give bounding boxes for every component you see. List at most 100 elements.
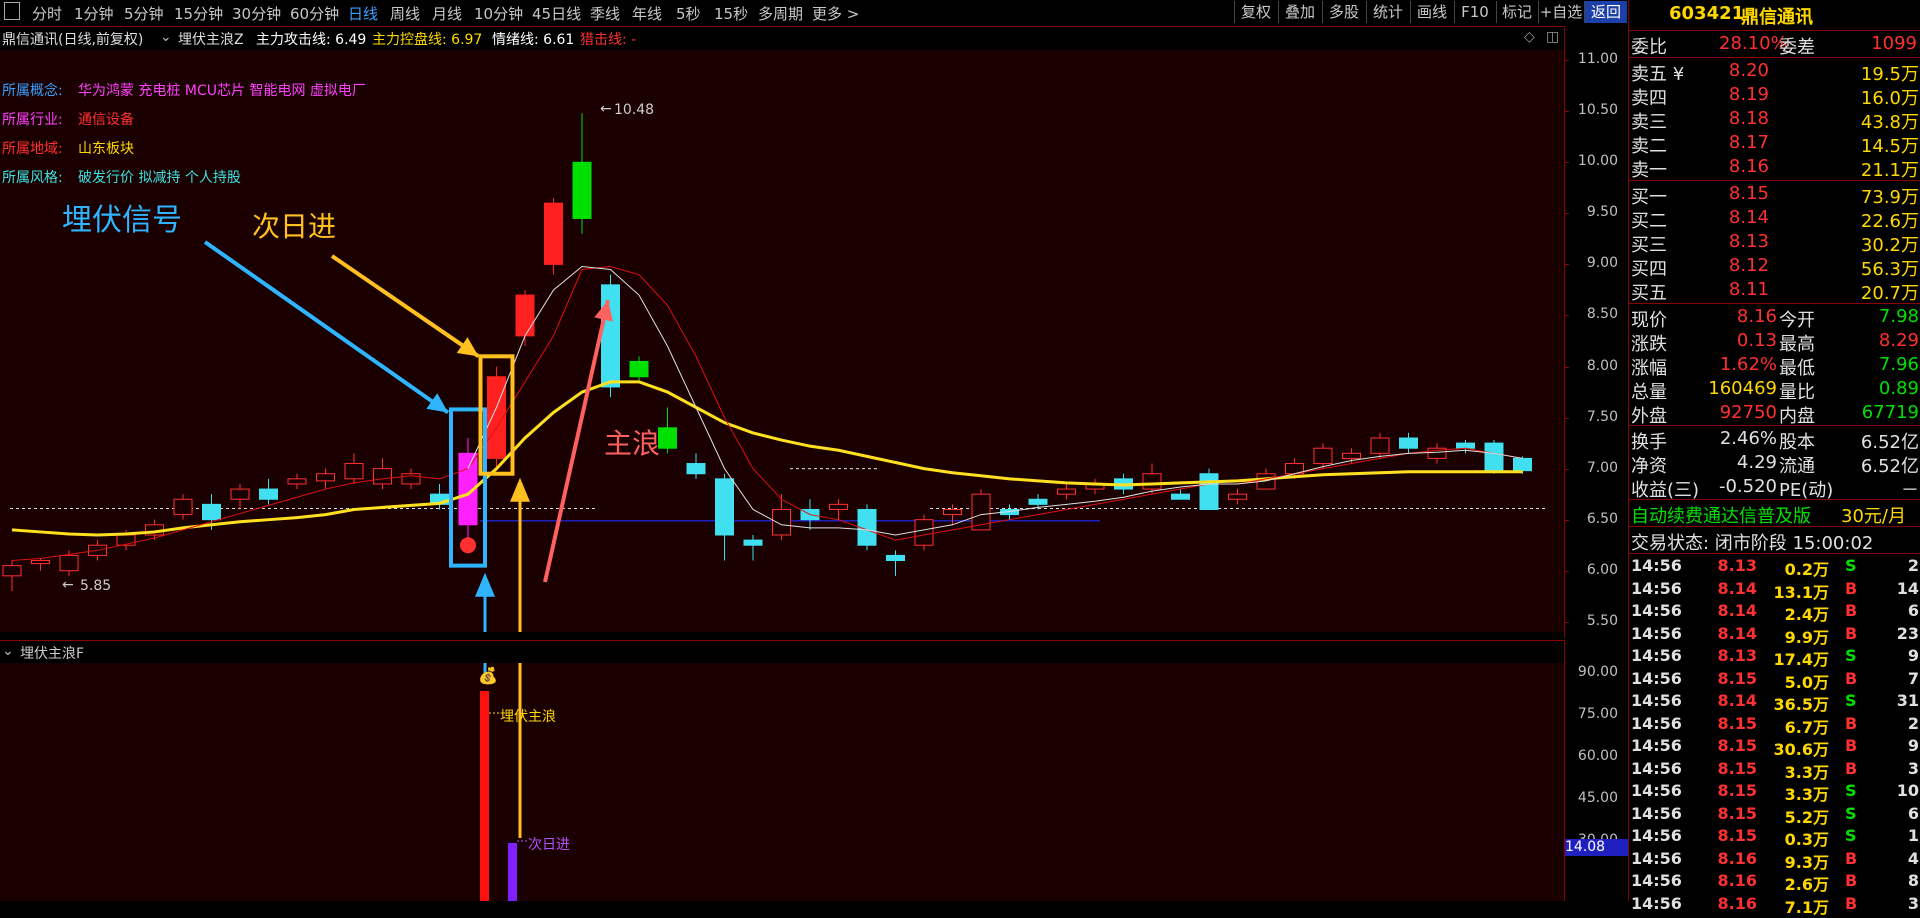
quote-stat-row: 涨跌 0.13 最高 8.29 <box>1629 330 1920 355</box>
tick-direction: B <box>1845 623 1858 643</box>
mark-button[interactable]: 标记 <box>1496 1 1537 23</box>
tick-time: 14:56 <box>1631 691 1682 710</box>
tick-direction: B <box>1845 668 1858 688</box>
divider <box>1629 180 1920 181</box>
low-price-mark: 5.85 <box>80 578 112 594</box>
sub-indicator-chart[interactable]: 埋伏主浪 次日进 💰 <box>0 663 1564 901</box>
period-30min[interactable]: 30分钟 <box>232 3 281 24</box>
tick-count: 7 <box>1907 668 1919 688</box>
candle-body <box>373 468 392 485</box>
period-1min[interactable]: 1分钟 <box>74 3 114 24</box>
tick-direction: B <box>1845 578 1858 598</box>
period-monthly[interactable]: 月线 <box>432 3 462 24</box>
fund-value: -0.520 <box>1718 476 1777 497</box>
strike-line-label: 猎击线: - <box>580 32 637 48</box>
sell-price: 8.17 <box>1728 132 1769 153</box>
quote-stat-row: 外盘 92750 内盘 67719 <box>1629 402 1920 427</box>
fund-label: 流通 <box>1779 456 1815 477</box>
stock-code: 603421 <box>1669 3 1745 24</box>
period-daily[interactable]: 日线 <box>348 3 378 24</box>
stats-button[interactable]: 统计 <box>1366 1 1409 23</box>
period-60min[interactable]: 60分钟 <box>290 3 339 24</box>
adjust-button[interactable]: 复权 <box>1234 1 1277 23</box>
tick-direction: B <box>1845 871 1858 890</box>
period-5sec[interactable]: 5秒 <box>676 3 701 24</box>
sell-price: 8.20 <box>1728 60 1769 81</box>
candle-body <box>2 565 22 577</box>
period-multi[interactable]: 多周期 <box>758 3 803 24</box>
period-more[interactable]: 更多 > <box>812 3 859 24</box>
tick-mark <box>1565 60 1569 62</box>
sell-level-row: 卖二 8.17 14.5万 <box>1629 132 1920 157</box>
buy-level-label: 买五 <box>1631 283 1667 304</box>
candle-body <box>914 519 934 546</box>
tick-count: 3 <box>1907 758 1919 778</box>
indicator-name[interactable]: 埋伏主浪Z <box>178 29 244 49</box>
sub-tick: 75.00 <box>1577 706 1618 722</box>
period-15min[interactable]: 15分钟 <box>174 3 223 24</box>
tick-price: 8.14 <box>1717 623 1757 643</box>
period-quarterly[interactable]: 季线 <box>590 3 620 24</box>
candle-body <box>31 560 50 565</box>
tick-price: 8.16 <box>1717 848 1757 868</box>
candle <box>373 458 392 490</box>
menu-icon[interactable] <box>4 2 20 20</box>
buy-price: 8.13 <box>1728 231 1769 252</box>
tick-direction: B <box>1845 758 1858 778</box>
period-5min[interactable]: 5分钟 <box>124 3 164 24</box>
candle-body <box>1513 457 1532 472</box>
stat-value: 0.13 <box>1736 330 1777 351</box>
sub-tick: 60.00 <box>1577 748 1618 764</box>
next-day-annotation: 次日进 <box>252 210 337 243</box>
next-day-up-arrow <box>510 477 530 632</box>
back-button[interactable]: 返回 <box>1584 1 1627 23</box>
tick-price: 8.16 <box>1717 871 1757 890</box>
tick-row: 14:56 8.14 9.9万 B 23 <box>1629 623 1920 647</box>
money-bag-icon: 💰 <box>478 666 498 685</box>
chevron-down-icon[interactable]: ⌄ <box>160 29 172 45</box>
candle <box>572 113 592 234</box>
tick-direction: S <box>1845 646 1857 665</box>
period-weekly[interactable]: 周线 <box>390 3 420 24</box>
candle-body <box>1342 452 1361 459</box>
overlay-button[interactable]: 叠加 <box>1278 1 1321 23</box>
candle <box>601 274 620 398</box>
period-45day[interactable]: 45日线 <box>532 3 581 24</box>
period-yearly[interactable]: 年线 <box>632 3 662 24</box>
tick-direction: S <box>1845 691 1857 710</box>
add-watchlist-button[interactable]: +自选 <box>1538 1 1583 23</box>
stat-value: 1.62% <box>1719 354 1777 375</box>
tick-volume: 17.4万 <box>1773 650 1829 669</box>
tick-price: 8.15 <box>1717 713 1757 733</box>
tick-price: 8.15 <box>1717 736 1757 755</box>
weicha-label: 委差 <box>1779 37 1815 58</box>
candle-body <box>1028 498 1048 505</box>
tick-time: 14:56 <box>1631 713 1682 733</box>
period-15sec[interactable]: 15秒 <box>714 3 748 24</box>
panel-toggle-icon[interactable]: ◫ <box>1546 29 1559 45</box>
multi-stock-button[interactable]: 多股 <box>1322 1 1365 23</box>
candlestick-chart[interactable]: 所属概念: 华为鸿蒙 充电桩 MCU芯片 智能电网 虚拟电厂 所属行业: 通信设… <box>0 50 1564 632</box>
sub-indicator-name[interactable]: 埋伏主浪F <box>20 643 84 663</box>
tick-volume: 9.3万 <box>1784 852 1829 872</box>
tick-volume: 30.6万 <box>1773 740 1829 759</box>
price-tick: 11.00 <box>1577 51 1618 68</box>
candle <box>743 535 763 561</box>
period-10min[interactable]: 10分钟 <box>474 3 523 24</box>
ad-row[interactable]: 自动续费通达信普及版 30元/月 <box>1629 502 1920 527</box>
candle <box>230 483 250 510</box>
draw-button[interactable]: 画线 <box>1410 1 1453 23</box>
tick-volume: 36.5万 <box>1773 695 1829 714</box>
tick-row: 14:56 8.15 3.3万 B 3 <box>1629 758 1920 782</box>
candle-body <box>1399 437 1418 449</box>
sell-volume: 21.1万 <box>1860 160 1919 181</box>
price-tick: 5.50 <box>1586 612 1618 629</box>
period-fenshi[interactable]: 分时 <box>32 3 62 24</box>
diamond-icon[interactable]: ◇ <box>1524 29 1535 45</box>
sell-level-label: 卖一 <box>1631 160 1667 181</box>
stock-name: 鼎信通讯 <box>1741 7 1813 28</box>
f10-button[interactable]: F10 <box>1454 1 1495 23</box>
chevron-down-icon[interactable]: ⌄ <box>2 643 14 659</box>
buy-level-row: 买四 8.12 56.3万 <box>1629 255 1920 280</box>
tick-price: 8.13 <box>1717 646 1757 665</box>
